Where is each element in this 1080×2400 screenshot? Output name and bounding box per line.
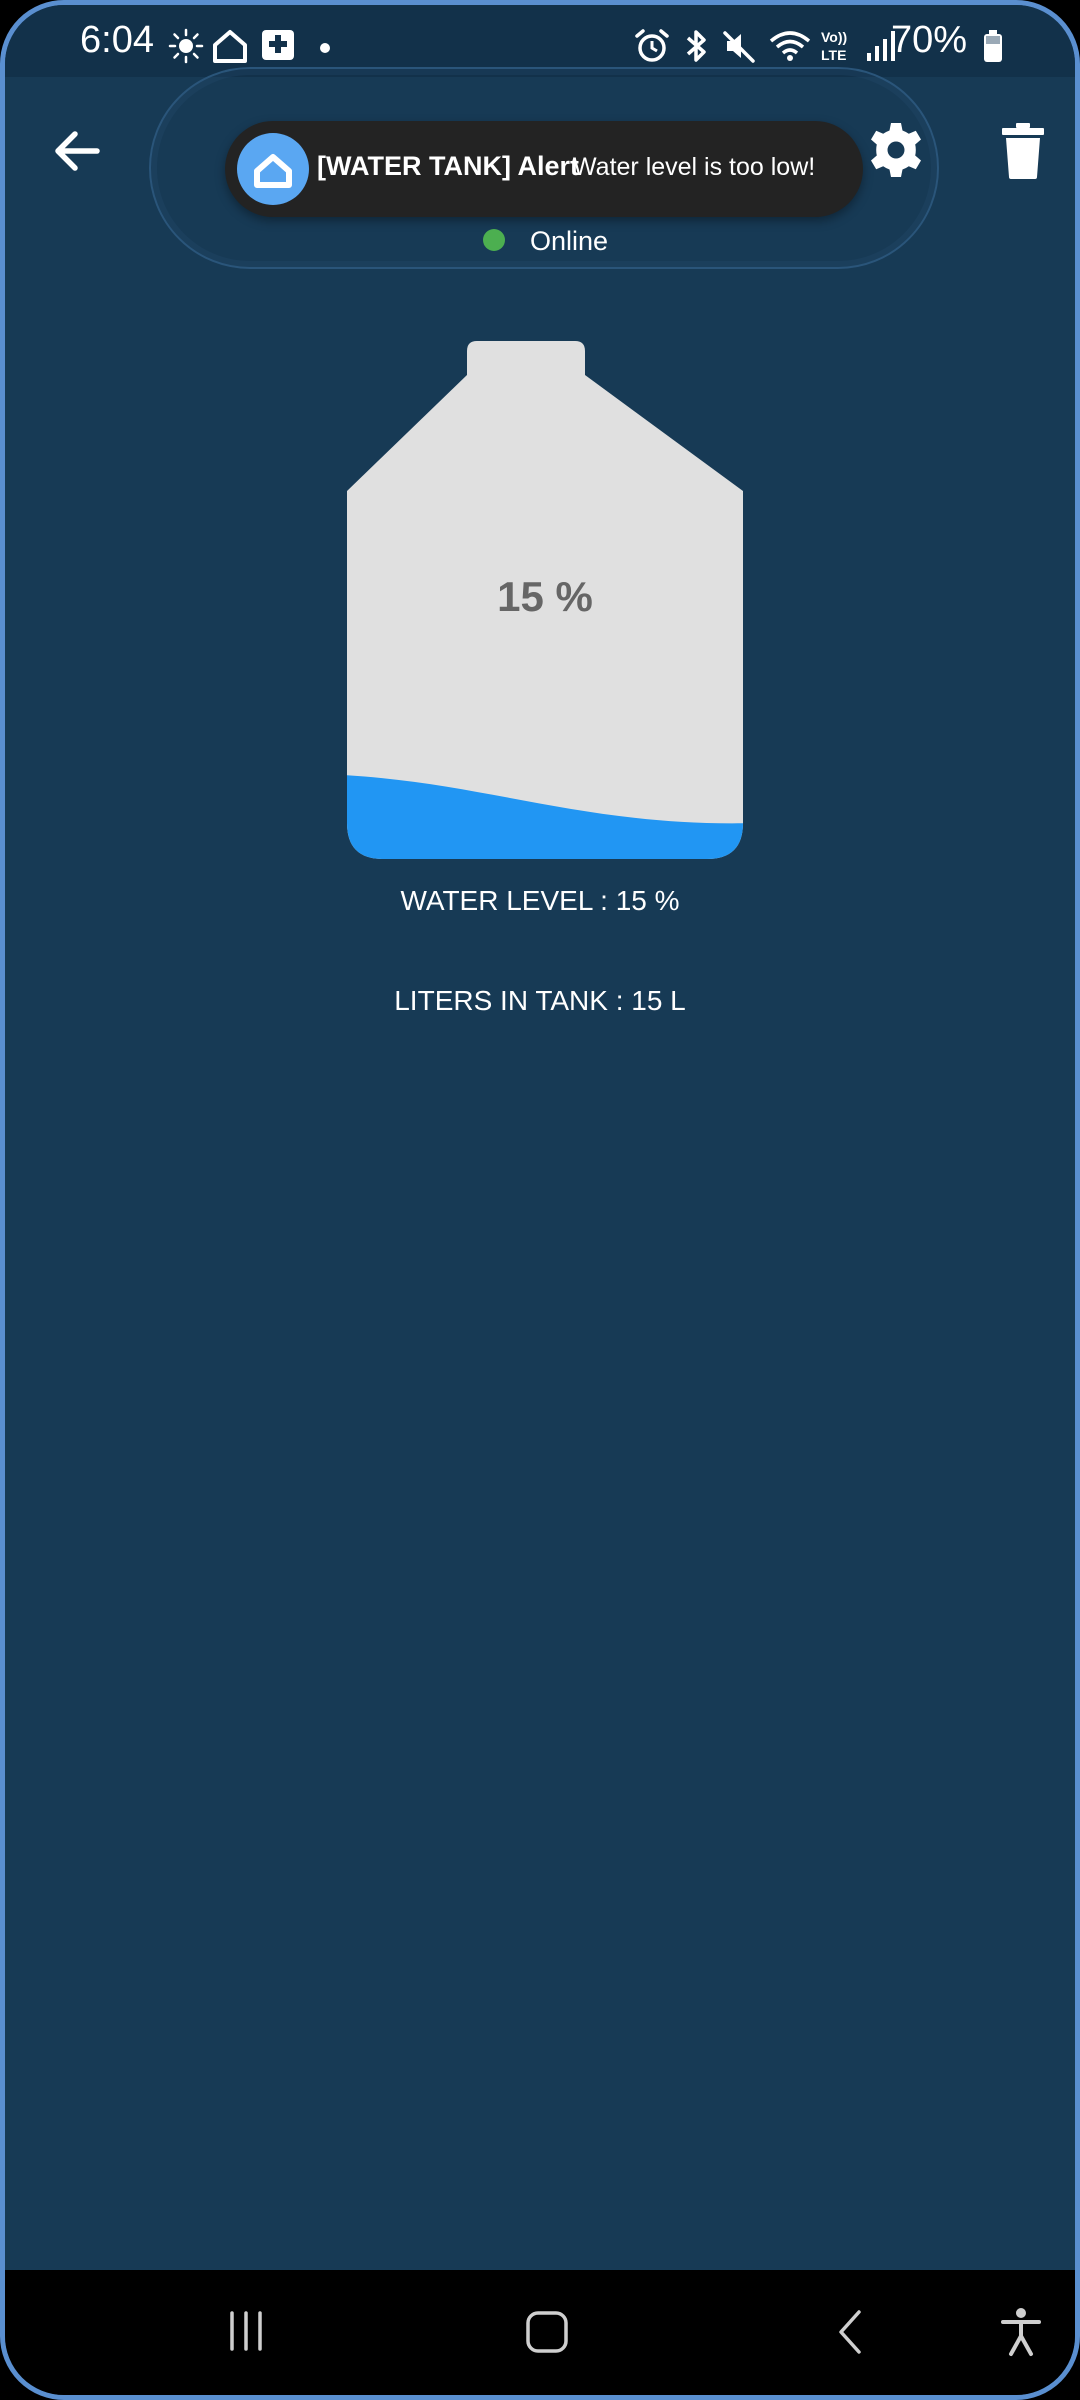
brightness-icon <box>168 28 204 64</box>
home-icon <box>254 154 292 188</box>
alert-toast[interactable]: [WATER TANK] Alert Water level is too lo… <box>225 121 863 217</box>
water-level-reading: WATER LEVEL : 15 % <box>400 885 680 916</box>
back-icon[interactable] <box>835 2308 865 2356</box>
online-status-label: Online <box>530 226 609 256</box>
alert-message: Water level is too low! <box>573 153 816 181</box>
navigation-bar <box>5 2270 1075 2395</box>
home-icon[interactable] <box>525 2310 569 2354</box>
app-icon <box>237 133 309 205</box>
home-icon <box>213 30 247 63</box>
battery-icon <box>984 30 1002 62</box>
trash-icon <box>1002 123 1044 179</box>
water-tank: 15 % <box>347 341 743 859</box>
accessibility-icon[interactable] <box>999 2306 1043 2358</box>
alarm-icon <box>635 29 669 62</box>
dot-icon <box>320 43 330 53</box>
delete-button[interactable] <box>1002 123 1044 179</box>
volte-icon: Vo)) LTE <box>821 29 847 63</box>
recents-icon[interactable] <box>225 2310 267 2352</box>
mute-icon <box>723 31 755 63</box>
svg-text:LTE: LTE <box>821 47 846 63</box>
online-status-dot <box>483 229 505 251</box>
medical-icon <box>262 30 294 60</box>
status-time: 6:04 <box>80 19 154 61</box>
svg-text:Vo)): Vo)) <box>821 29 847 45</box>
gear-icon <box>871 123 921 177</box>
tank-percent-label: 15 % <box>497 573 593 620</box>
battery-percent: 70% <box>890 19 967 61</box>
bluetooth-icon <box>686 30 706 62</box>
wifi-icon <box>769 31 811 61</box>
settings-button[interactable] <box>867 121 925 179</box>
back-button[interactable] <box>47 120 109 182</box>
alert-title: [WATER TANK] Alert <box>317 151 579 181</box>
phone-screen: 6:04 Vo)) LTE 70% [WATER TANK] Alert Wat… <box>0 0 1080 2400</box>
liters-reading: LITERS IN TANK : 15 L <box>394 985 686 1016</box>
arrow-left-icon <box>55 131 100 171</box>
